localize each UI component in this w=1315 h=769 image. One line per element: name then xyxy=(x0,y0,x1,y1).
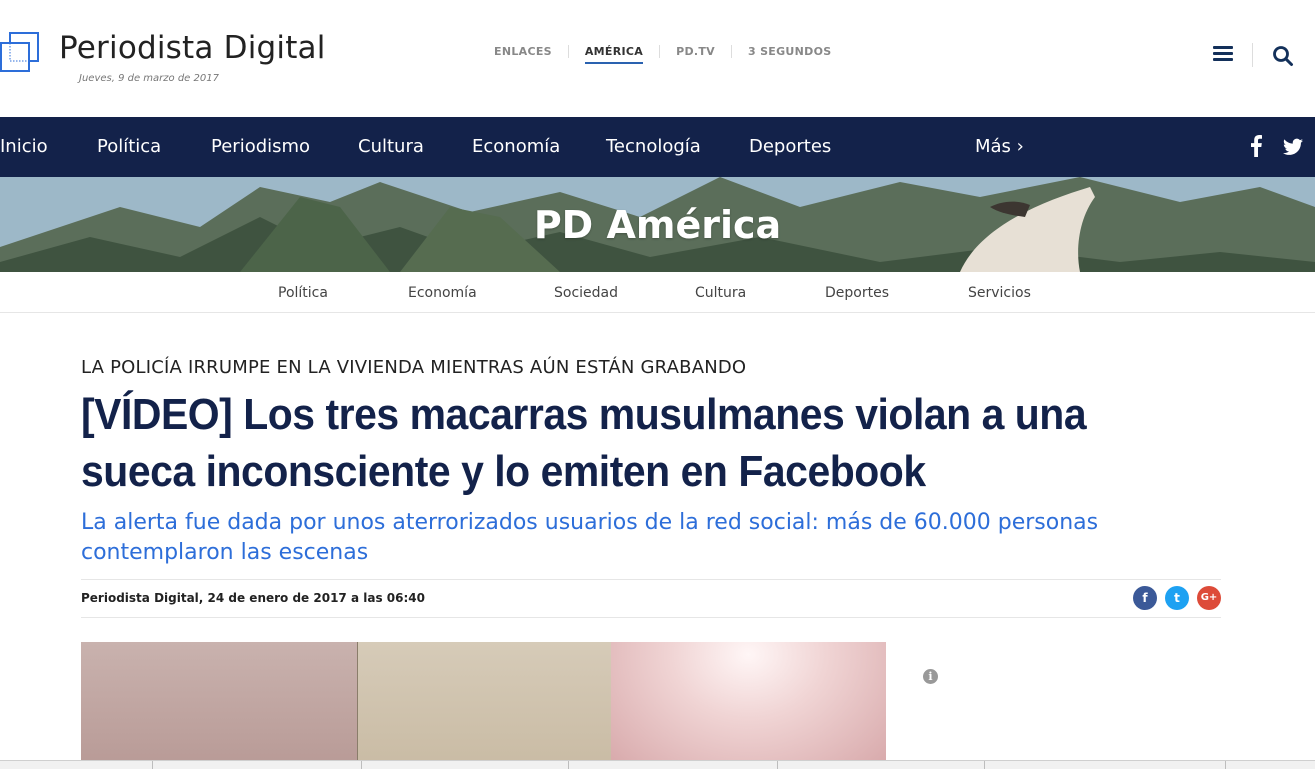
header-divider xyxy=(1252,43,1253,67)
nav-mas[interactable]: Más › xyxy=(975,136,1024,157)
article-subheadline: La alerta fue dada por unos aterrorizado… xyxy=(81,510,1099,565)
nav-inicio[interactable]: Inicio xyxy=(0,136,48,157)
article-headline: [VÍDEO] Los tres macarras musulmanes vio… xyxy=(81,390,1087,496)
info-icon[interactable]: i xyxy=(923,669,938,684)
share-googleplus-icon[interactable]: G+ xyxy=(1197,586,1221,610)
article-video[interactable] xyxy=(81,642,886,768)
video-frame-right xyxy=(611,642,886,768)
subnav-deportes[interactable]: Deportes xyxy=(825,285,889,301)
nav-tecnologia[interactable]: Tecnología xyxy=(606,136,701,157)
logo-text[interactable]: Periodista Digital xyxy=(59,30,326,66)
top-link-3-segundos[interactable]: 3 SEGUNDOS xyxy=(730,45,848,58)
subnav-cultura[interactable]: Cultura xyxy=(695,285,746,301)
top-link-enlaces[interactable]: ENLACES xyxy=(478,45,568,58)
video-frame-left xyxy=(81,642,357,768)
main-nav: Inicio Política Periodismo Cultura Econo… xyxy=(0,117,1315,177)
share-twitter-label: t xyxy=(1174,591,1180,605)
search-icon[interactable] xyxy=(1272,45,1294,67)
header-date: Jueves, 9 de marzo de 2017 xyxy=(79,73,219,84)
subnav-politica[interactable]: Política xyxy=(278,285,328,301)
nav-politica[interactable]: Política xyxy=(97,136,161,157)
top-links: ENLACES AMÉRICA PD.TV 3 SEGUNDOS xyxy=(478,45,848,64)
share-twitter-icon[interactable]: t xyxy=(1165,586,1189,610)
nav-cultura[interactable]: Cultura xyxy=(358,136,424,157)
video-frame-center xyxy=(357,642,613,768)
hamburger-icon[interactable] xyxy=(1213,46,1233,62)
twitter-icon[interactable] xyxy=(1283,138,1303,156)
nav-economia[interactable]: Economía xyxy=(472,136,560,157)
subnav-economia[interactable]: Economía xyxy=(408,285,477,301)
article-byline: Periodista Digital, 24 de enero de 2017 … xyxy=(81,591,425,605)
share-googleplus-label: G+ xyxy=(1200,592,1218,603)
article-kicker: LA POLICÍA IRRUMPE EN LA VIVIENDA MIENTR… xyxy=(81,357,747,378)
section-subnav: Política Economía Sociedad Cultura Depor… xyxy=(0,272,1315,313)
facebook-icon[interactable] xyxy=(1249,135,1263,157)
logo-icon[interactable] xyxy=(0,32,40,72)
top-link-pdtv[interactable]: PD.TV xyxy=(659,45,731,58)
banner-title: PD América xyxy=(533,203,782,247)
subnav-servicios[interactable]: Servicios xyxy=(968,285,1031,301)
share-facebook-label: f xyxy=(1142,591,1148,605)
nav-periodismo[interactable]: Periodismo xyxy=(211,136,310,157)
share-facebook-icon[interactable]: f xyxy=(1133,586,1157,610)
article-meta-bar: Periodista Digital, 24 de enero de 2017 … xyxy=(81,579,1221,618)
top-link-america[interactable]: AMÉRICA xyxy=(567,45,659,64)
site-header: Periodista Digital Jueves, 9 de marzo de… xyxy=(0,0,1315,117)
section-banner: PD América xyxy=(0,177,1315,272)
nav-deportes[interactable]: Deportes xyxy=(749,136,831,157)
subnav-sociedad[interactable]: Sociedad xyxy=(554,285,618,301)
